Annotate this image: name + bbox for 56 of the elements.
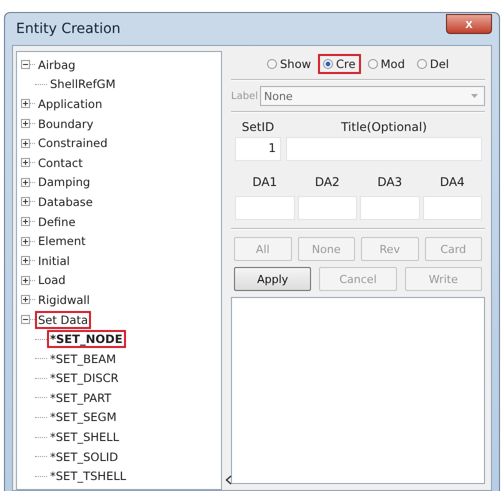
expand-icon[interactable] — [21, 217, 30, 226]
column-label: DA1 — [251, 175, 278, 189]
tree-item[interactable]: Define — [35, 212, 79, 231]
expand-icon[interactable] — [21, 197, 30, 206]
tree-item[interactable]: Element — [35, 232, 89, 250]
action-button[interactable]: Apply — [234, 267, 312, 291]
input-field[interactable] — [422, 196, 482, 220]
column-label: SetID — [240, 120, 276, 134]
expand-icon[interactable] — [21, 295, 30, 304]
expand-icon[interactable] — [21, 138, 30, 148]
tree-item[interactable]: Load — [35, 271, 69, 290]
field-label: Label — [231, 90, 258, 102]
expand-icon[interactable] — [21, 178, 30, 187]
tree-item[interactable]: Contact — [35, 154, 86, 172]
tree-item[interactable]: Rigidwall — [35, 290, 93, 309]
tree-item[interactable]: Constrained — [35, 134, 110, 152]
tree-item[interactable]: *SET_TSHELL — [47, 467, 130, 486]
collapse-icon[interactable] — [21, 315, 30, 324]
tree-item[interactable]: *SET_SOLID — [47, 448, 122, 466]
expand-icon[interactable] — [21, 119, 30, 128]
tree-item[interactable]: Initial — [35, 252, 73, 270]
tree-item[interactable]: Airbag — [35, 56, 78, 74]
mode-radio[interactable]: Cre — [318, 54, 361, 74]
tree-item[interactable]: Set Data — [35, 310, 91, 329]
scroll-left-icon[interactable] — [225, 475, 232, 485]
tree-item[interactable]: Application — [35, 94, 106, 113]
mode-radio[interactable]: Del — [412, 54, 454, 74]
column-label: DA4 — [438, 175, 466, 189]
tree-item[interactable]: Boundary — [35, 114, 96, 133]
title-field[interactable] — [286, 137, 482, 161]
tree-item[interactable]: *SET_SHELL — [47, 428, 122, 446]
column-label: DA3 — [376, 175, 404, 189]
expand-icon[interactable] — [21, 158, 30, 168]
input-field[interactable] — [235, 196, 294, 220]
setid-field[interactable]: 1 — [235, 137, 281, 161]
expand-icon[interactable] — [21, 256, 30, 266]
mode-radio[interactable]: Mod — [362, 54, 410, 74]
tree-item[interactable]: *SET_BEAM — [47, 350, 120, 368]
column-label: DA2 — [314, 175, 341, 189]
dropdown-arrow-icon — [471, 94, 478, 98]
column-label: Title(Optional) — [340, 120, 428, 134]
tree-item[interactable]: *SET_NODE — [47, 330, 126, 348]
expand-icon[interactable] — [21, 99, 30, 108]
tree-item[interactable]: *SET_DISCR — [47, 369, 122, 388]
tree-item[interactable]: Database — [35, 192, 96, 211]
mode-radio[interactable]: Show — [262, 54, 316, 74]
expand-icon[interactable] — [21, 236, 30, 246]
window-title: Entity Creation — [15, 21, 121, 37]
input-field[interactable] — [298, 196, 357, 220]
input-field[interactable] — [360, 196, 420, 220]
collapse-icon[interactable] — [21, 60, 30, 70]
tree-item[interactable]: *SET_PART — [47, 388, 114, 407]
tree-item[interactable]: ShellRefGM — [47, 75, 118, 94]
expand-icon[interactable] — [21, 276, 30, 285]
tree-item[interactable]: Damping — [35, 173, 94, 192]
tree-item[interactable]: *SET_SEGM — [47, 408, 120, 426]
